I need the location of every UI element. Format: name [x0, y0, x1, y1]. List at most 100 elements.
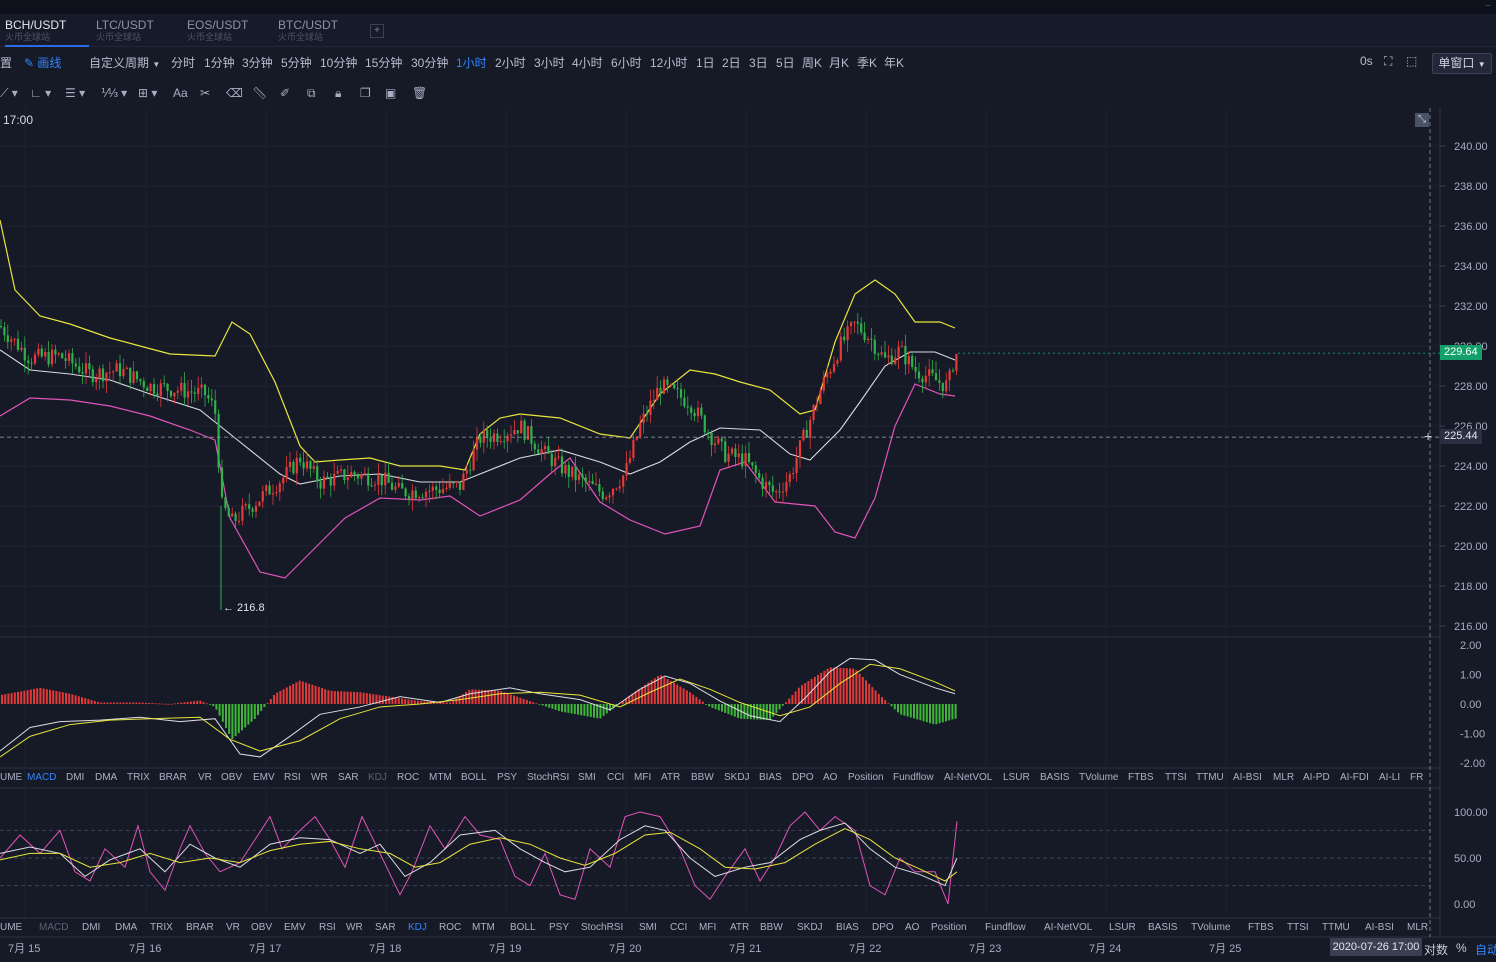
- indicator-tab-bias[interactable]: BIAS: [759, 772, 782, 783]
- ruler-icon[interactable]: 📏︎: [252, 86, 267, 100]
- indicator-tab-dmi[interactable]: DMI: [82, 922, 100, 933]
- copy-icon[interactable]: ❐: [360, 86, 371, 100]
- indicator-tab-basis[interactable]: BASIS: [1148, 922, 1177, 933]
- indicator-tab-rsi[interactable]: RSI: [284, 772, 301, 783]
- pencil-draw-icon[interactable]: ✐: [280, 86, 290, 100]
- rectangle-grid-icon[interactable]: ⊞ ▾: [138, 86, 157, 100]
- indicator-tab-mtm[interactable]: MTM: [429, 772, 452, 783]
- indicator-tab-mlr[interactable]: MLR: [1273, 772, 1294, 783]
- indicator-tab-ai-netvol[interactable]: AI-NetVOL: [1044, 922, 1092, 933]
- indicator-tab-emv[interactable]: EMV: [253, 772, 275, 783]
- indicator-tab-trix[interactable]: TRIX: [127, 772, 150, 783]
- indicator-tab-boll[interactable]: BOLL: [510, 922, 536, 933]
- indicator-tab-dpo[interactable]: DPO: [792, 772, 814, 783]
- indicator-tab-emv[interactable]: EMV: [284, 922, 306, 933]
- indicator-tab-brar[interactable]: BRAR: [159, 772, 187, 783]
- indicator-tab-ai-bsi[interactable]: AI-BSI: [1365, 922, 1394, 933]
- indicator-tab-wr[interactable]: WR: [311, 772, 328, 783]
- indicator-tab-mfi[interactable]: MFI: [699, 922, 716, 933]
- collapse-icon[interactable]: ⤡: [1415, 113, 1429, 127]
- indicator-tab-brar[interactable]: BRAR: [186, 922, 214, 933]
- tab-ltc-usdt[interactable]: LTC/USDT 火币全球站: [96, 19, 176, 45]
- indicator-tab-position[interactable]: Position: [931, 922, 967, 933]
- period-13[interactable]: 1日: [696, 54, 715, 71]
- indicator-tab-lsur[interactable]: LSUR: [1003, 772, 1030, 783]
- indicator-tab-macd[interactable]: MACD: [39, 922, 68, 933]
- indicator-tab-atr[interactable]: ATR: [661, 772, 680, 783]
- delete-icon[interactable]: 🗑︎: [412, 86, 427, 100]
- auto-scale-toggle[interactable]: 自动: [1475, 941, 1496, 958]
- indicator-tab-vr[interactable]: VR: [226, 922, 240, 933]
- indicator-tab-fundflow[interactable]: Fundflow: [985, 922, 1026, 933]
- indicator-tab-ftbs[interactable]: FTBS: [1128, 772, 1154, 783]
- pattern-icon[interactable]: ⧉: [307, 86, 316, 101]
- indicator-tab-mfi[interactable]: MFI: [634, 772, 651, 783]
- log-scale-toggle[interactable]: 对数: [1424, 941, 1448, 958]
- chart-canvas[interactable]: 240.00238.00236.00234.00232.00230.00228.…: [0, 108, 1496, 962]
- period-1[interactable]: 1分钟: [204, 54, 235, 71]
- indicator-tab-sar[interactable]: SAR: [375, 922, 396, 933]
- lock-icon[interactable]: 🔒︎: [335, 86, 341, 101]
- brush-icon[interactable]: ✂: [200, 86, 210, 100]
- indicator-tab-basis[interactable]: BASIS: [1040, 772, 1069, 783]
- indicator-tab-smi[interactable]: SMI: [639, 922, 657, 933]
- fib-tool-icon[interactable]: ⅟⅓ ▾: [101, 86, 127, 100]
- indicator-tab-lsur[interactable]: LSUR: [1109, 922, 1136, 933]
- custom-period-dropdown[interactable]: 自定义周期 ▼: [89, 54, 160, 71]
- indicator-tab-skdj[interactable]: SKDJ: [724, 772, 750, 783]
- percent-scale-toggle[interactable]: %: [1456, 941, 1467, 955]
- indicator-tab-obv[interactable]: OBV: [221, 772, 242, 783]
- indicator-tab-bbw[interactable]: BBW: [760, 922, 783, 933]
- indicator-tab-bias[interactable]: BIAS: [836, 922, 859, 933]
- period-12[interactable]: 12小时: [650, 54, 687, 71]
- indicator-tab-ao[interactable]: AO: [823, 772, 837, 783]
- indicator-tab-ume[interactable]: UME: [0, 772, 22, 783]
- indicator-tab-kdj[interactable]: KDJ: [408, 922, 427, 933]
- period-14[interactable]: 2日: [722, 54, 741, 71]
- indicator-tab-roc[interactable]: ROC: [397, 772, 419, 783]
- indicator-tab-fr[interactable]: FR: [1410, 772, 1423, 783]
- draw-button[interactable]: ✎ 画线: [24, 54, 61, 71]
- period-16[interactable]: 5日: [776, 54, 795, 71]
- indicator-tab-position[interactable]: Position: [848, 772, 884, 783]
- indicator-tab-mtm[interactable]: MTM: [472, 922, 495, 933]
- indicator-tab-dma[interactable]: DMA: [95, 772, 117, 783]
- indicator-tab-bbw[interactable]: BBW: [691, 772, 714, 783]
- indicator-tab-ai-fdi[interactable]: AI-FDI: [1340, 772, 1369, 783]
- indicator-tab-stochrsi[interactable]: StochRSI: [527, 772, 569, 783]
- indicator-tab-ttmu[interactable]: TTMU: [1196, 772, 1224, 783]
- period-3[interactable]: 5分钟: [281, 54, 312, 71]
- indicator-tab-ume[interactable]: UME: [0, 922, 22, 933]
- indicator-tab-smi[interactable]: SMI: [578, 772, 596, 783]
- period-19[interactable]: 季K: [857, 54, 877, 71]
- period-20[interactable]: 年K: [884, 54, 904, 71]
- add-tab-button[interactable]: +: [370, 24, 384, 38]
- period-10[interactable]: 4小时: [572, 54, 603, 71]
- indicator-tab-ttmu[interactable]: TTMU: [1322, 922, 1350, 933]
- indicator-tab-cci[interactable]: CCI: [670, 922, 687, 933]
- trend-line-icon[interactable]: ⟋ ▾: [0, 86, 18, 101]
- indicator-tab-obv[interactable]: OBV: [251, 922, 272, 933]
- indicator-tab-skdj[interactable]: SKDJ: [797, 922, 823, 933]
- indicator-tab-atr[interactable]: ATR: [730, 922, 749, 933]
- popout-icon[interactable]: ⬚: [1406, 54, 1417, 68]
- parallel-lines-icon[interactable]: ☰ ▾: [65, 86, 85, 100]
- indicator-tab-kdj[interactable]: KDJ: [368, 772, 387, 783]
- indicator-tab-psy[interactable]: PSY: [497, 772, 517, 783]
- indicator-tab-tvolume[interactable]: TVolume: [1079, 772, 1118, 783]
- indicator-tab-trix[interactable]: TRIX: [150, 922, 173, 933]
- indicator-tab-dmi[interactable]: DMI: [66, 772, 84, 783]
- indicator-tab-vr[interactable]: VR: [198, 772, 212, 783]
- indicator-tab-boll[interactable]: BOLL: [461, 772, 487, 783]
- period-5[interactable]: 15分钟: [365, 54, 402, 71]
- tab-btc-usdt[interactable]: BTC/USDT 火币全球站: [278, 19, 358, 45]
- indicator-tab-dpo[interactable]: DPO: [872, 922, 894, 933]
- indicator-tab-ttsi[interactable]: TTSI: [1287, 922, 1309, 933]
- period-9[interactable]: 3小时: [534, 54, 565, 71]
- indicator-tab-tvolume[interactable]: TVolume: [1191, 922, 1230, 933]
- tab-eos-usdt[interactable]: EOS/USDT 火币全球站: [187, 19, 267, 45]
- indicator-tab-ftbs[interactable]: FTBS: [1248, 922, 1274, 933]
- period-17[interactable]: 周K: [802, 54, 822, 71]
- indicator-tab-ai-pd[interactable]: AI-PD: [1303, 772, 1330, 783]
- indicator-tab-ao[interactable]: AO: [905, 922, 919, 933]
